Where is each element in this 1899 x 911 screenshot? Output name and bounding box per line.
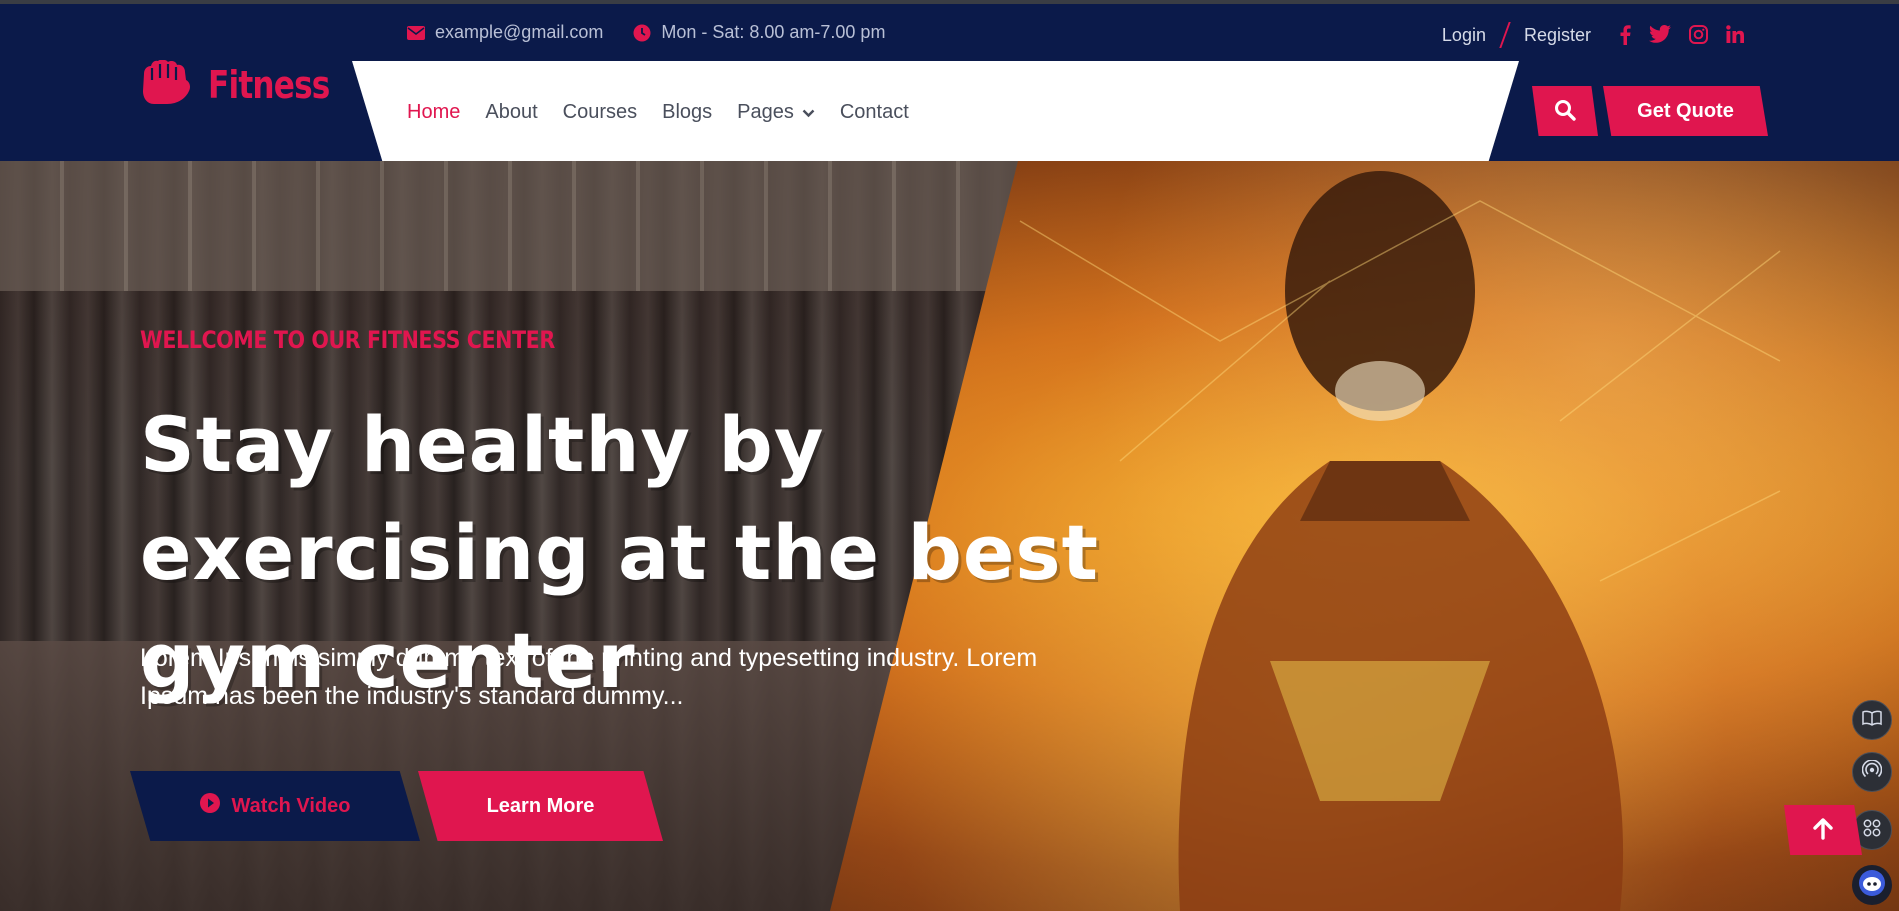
register-link[interactable]: Register: [1524, 25, 1591, 46]
nav-item-about[interactable]: About: [485, 101, 537, 124]
login-link[interactable]: Login: [1442, 25, 1486, 46]
reader-tool[interactable]: [1852, 700, 1892, 740]
grid-icon: [1863, 819, 1881, 842]
watch-video-button[interactable]: Watch Video: [130, 771, 420, 841]
nav-item-pages[interactable]: Pages: [737, 101, 815, 124]
hero-welcome: WELLCOME TO OUR FITNESS CENTER: [140, 326, 555, 354]
hours-info: Mon - Sat: 8.00 am-7.00 pm: [633, 22, 885, 43]
hero-description: Lorem Ipsum is simply dummy text of the …: [140, 644, 1038, 710]
learn-more-button[interactable]: Learn More: [418, 771, 663, 841]
chevron-down-icon: [802, 101, 815, 124]
book-icon: [1862, 710, 1882, 731]
search-icon: [1554, 99, 1576, 124]
gym-ceiling: [0, 161, 1100, 291]
instagram-icon[interactable]: [1689, 25, 1708, 45]
watch-video-label: Watch Video: [231, 794, 351, 817]
nav-item-home[interactable]: Home: [407, 101, 460, 124]
broadcast-tool[interactable]: [1852, 752, 1892, 792]
athlete-figure: [1019, 171, 1781, 911]
hours-text: Mon - Sat: 8.00 am-7.00 pm: [661, 22, 886, 42]
envelope-icon: [407, 25, 425, 40]
main-navigation: Home About Courses Blogs Pages Contact: [352, 61, 1519, 165]
fist-icon: [140, 59, 192, 109]
contact-info: example@gmail.com Mon - Sat: 8.00 am-7.0…: [407, 22, 885, 43]
search-button[interactable]: [1532, 86, 1598, 136]
facebook-icon[interactable]: [1619, 25, 1631, 45]
broadcast-icon: [1861, 758, 1883, 785]
email-info: example@gmail.com: [407, 22, 603, 43]
nav-item-blogs[interactable]: Blogs: [662, 101, 712, 124]
nav-links: Home About Courses Blogs Pages Contact: [407, 101, 909, 124]
email-text[interactable]: example@gmail.com: [435, 22, 603, 43]
arrow-up-icon: [1812, 817, 1834, 843]
assistant-icon: [1858, 869, 1886, 902]
social-links: [1619, 25, 1744, 45]
brand-name: Fitness: [208, 62, 330, 107]
clock-icon: [633, 24, 651, 42]
twitter-icon[interactable]: [1649, 25, 1671, 45]
divider-slash: [1499, 22, 1511, 48]
nav-item-contact[interactable]: Contact: [840, 101, 909, 124]
assistant-widget[interactable]: [1852, 865, 1892, 905]
account-and-social: Login Register: [1442, 22, 1744, 48]
get-quote-button[interactable]: Get Quote: [1603, 86, 1768, 136]
site-header: example@gmail.com Mon - Sat: 8.00 am-7.0…: [0, 4, 1899, 165]
hero-banner: WELLCOME TO OUR FITNESS CENTER Stay heal…: [0, 161, 1899, 911]
linkedin-icon[interactable]: [1726, 25, 1744, 45]
play-circle-icon: [199, 793, 220, 819]
scroll-to-top-button[interactable]: [1784, 805, 1862, 855]
brand-logo[interactable]: Fitness: [140, 59, 356, 109]
nav-item-pages-label: Pages: [737, 101, 794, 123]
nav-item-courses[interactable]: Courses: [563, 101, 637, 124]
